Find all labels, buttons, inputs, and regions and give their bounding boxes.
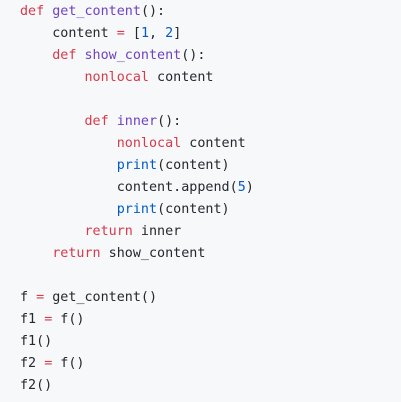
code-token: f2 [20, 356, 45, 371]
code-token: content.append( [116, 180, 238, 195]
code-token: content [181, 136, 246, 151]
code-token: get_content() [44, 290, 158, 305]
code-block: def get_content(): content = [1, 2] def … [0, 0, 401, 402]
keyword-token: def [84, 114, 109, 129]
code-token: ] [173, 26, 182, 41]
code-token: [ [124, 26, 141, 41]
keyword-token: nonlocal [116, 136, 182, 151]
code-line: f1 = f() [20, 309, 401, 331]
code-token: show_content [100, 246, 206, 261]
code-token: content [52, 26, 117, 41]
code-token: (content) [157, 158, 230, 173]
code-token: (content) [157, 202, 230, 217]
code-token: f() [52, 312, 85, 327]
code-line: print(content) [20, 155, 401, 177]
code-line: f1() [20, 331, 401, 353]
code-token: ) [245, 180, 254, 195]
builtin-token: print [116, 202, 158, 217]
code-token: f1() [20, 334, 53, 349]
code-line: def show_content(): [20, 45, 401, 67]
code-line: content = [1, 2] [20, 23, 401, 45]
operator-token: = [36, 290, 45, 305]
builtin-token: print [116, 158, 158, 173]
code-line: def get_content(): [20, 1, 401, 23]
code-token: (): [181, 48, 206, 63]
number-token: 1 [140, 26, 149, 41]
code-token: f2() [20, 378, 53, 393]
code-line: content.append(5) [20, 177, 401, 199]
code-lines: def get_content(): content = [1, 2] def … [20, 1, 401, 397]
code-line: f = get_content() [20, 287, 401, 309]
operator-token: = [116, 26, 125, 41]
code-line: def inner(): [20, 111, 401, 133]
function-name-token: show_content [84, 48, 182, 63]
code-token: (): [157, 114, 182, 129]
code-token: f1 [20, 312, 45, 327]
code-line: return show_content [20, 243, 401, 265]
function-name-token: inner [116, 114, 158, 129]
number-token: 5 [237, 180, 246, 195]
code-token: , [149, 26, 166, 41]
keyword-token: return [84, 224, 133, 239]
number-token: 2 [165, 26, 174, 41]
code-line: print(content) [20, 199, 401, 221]
keyword-token: def [52, 48, 77, 63]
keyword-token: return [52, 246, 101, 261]
keyword-token: def [20, 4, 45, 19]
code-line: return inner [20, 221, 401, 243]
code-token: inner [132, 224, 182, 239]
code-line: nonlocal content [20, 133, 401, 155]
code-token: f() [52, 356, 85, 371]
keyword-token: nonlocal [84, 70, 150, 85]
code-line: f2() [20, 375, 401, 397]
code-token: (): [140, 4, 166, 19]
code-line: f2 = f() [20, 353, 401, 375]
code-line: nonlocal content [20, 67, 401, 89]
code-token: f [20, 290, 37, 305]
code-token: content [149, 70, 214, 85]
function-name-token: get_content [52, 4, 141, 19]
